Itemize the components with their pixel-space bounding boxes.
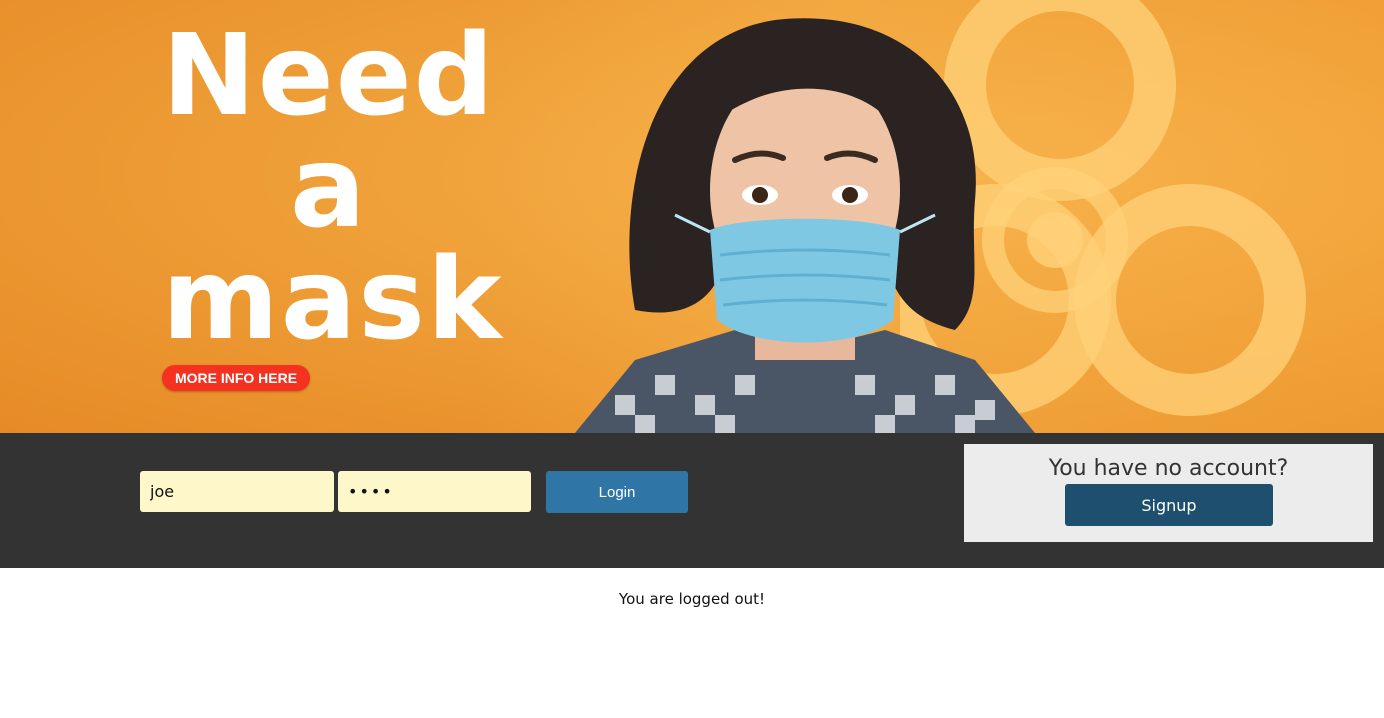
headline-line-1: Need: [162, 11, 496, 141]
signup-title: You have no account?: [1048, 456, 1289, 481]
hero-banner: Need a mask MORE INFO HERE: [0, 0, 1384, 433]
masked-woman-image: [575, 18, 1035, 433]
headline-line-2: a: [290, 123, 368, 253]
signup-button[interactable]: Signup: [1065, 484, 1273, 526]
headline-line-3: mask: [162, 235, 504, 365]
username-input[interactable]: [140, 471, 334, 512]
hero-headline: Need a mask: [162, 20, 522, 356]
login-button[interactable]: Login: [546, 471, 688, 513]
password-input[interactable]: [338, 471, 531, 512]
more-info-button[interactable]: MORE INFO HERE: [162, 365, 310, 391]
signup-panel: You have no account? Signup: [964, 444, 1373, 542]
status-message: You are logged out!: [618, 590, 766, 608]
